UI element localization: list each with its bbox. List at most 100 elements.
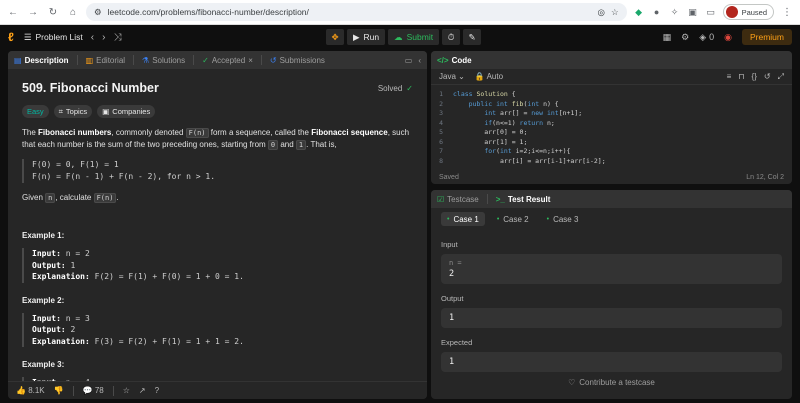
line-source: if(n<=1) return n;	[484, 118, 555, 127]
debug-button[interactable]: ✥	[326, 29, 344, 45]
tab-code[interactable]: </> Code	[437, 56, 472, 65]
braces-icon[interactable]: {}	[752, 72, 757, 82]
companies-button[interactable]: ▣ Companies	[97, 105, 156, 118]
list-icon: ☰	[23, 31, 32, 42]
code-line[interactable]: 4 if(n<=1) return n;	[431, 119, 792, 129]
line-number: 4	[439, 118, 443, 127]
extensions-puzzle-icon[interactable]: ▣	[687, 6, 699, 18]
hide-icon[interactable]: ◎	[598, 7, 605, 18]
reload-icon[interactable]: ↻	[46, 5, 60, 19]
bookmark-icon[interactable]: ⊓	[738, 72, 744, 82]
expected-label: Expected	[441, 338, 473, 347]
settings-gear-icon[interactable]: ⚙	[681, 32, 689, 43]
code-line[interactable]: 5 arr[0] = 0;	[431, 128, 792, 138]
address-bar[interactable]: ⚙ leetcode.com/problems/fibonacci-number…	[86, 3, 627, 21]
layout-grid-icon[interactable]: ▦	[663, 32, 672, 43]
sidepanel-icon[interactable]: ▭	[705, 6, 717, 18]
problem-list-button[interactable]: ☰ Problem List	[24, 32, 83, 43]
description-footer: 👍 8.1K 👎 💬 78 ☆ ↗ ?	[8, 381, 427, 399]
tab-testcase[interactable]: ☑ Testcase	[437, 195, 479, 204]
tab-solutions[interactable]: ⚗ Solutions	[142, 56, 185, 65]
extension-icon[interactable]: ◆	[633, 6, 645, 18]
avatar	[725, 6, 738, 18]
book-icon: ▥	[85, 55, 94, 65]
premium-button[interactable]: Premium	[741, 29, 792, 45]
profile-button[interactable]: Paused	[722, 4, 774, 20]
code-line[interactable]: 6 arr[1] = 1;	[431, 138, 792, 148]
extension-icon[interactable]: ●	[651, 6, 663, 18]
star-icon[interactable]: ☆	[123, 386, 130, 395]
output-label: Output	[441, 294, 464, 303]
back-icon[interactable]: ←	[6, 5, 20, 19]
collapse-icon[interactable]: ▭	[405, 56, 413, 65]
variable-name: n =	[449, 259, 462, 267]
solved-status: Solved ✓	[378, 84, 413, 93]
formula-line: F(0) = 0, F(1) = 1	[32, 160, 119, 169]
leetcode-logo-icon[interactable]: ℓ	[8, 30, 14, 44]
history-icon: ↺	[269, 55, 277, 65]
flask-icon: ⚗	[142, 55, 150, 65]
user-avatar-icon[interactable]: ◉	[724, 32, 732, 43]
companies-label: Companies	[112, 107, 151, 116]
format-icon[interactable]: ≡	[727, 72, 732, 82]
code-editor[interactable]: 1 class Solution {2 public int fib(int n)…	[431, 85, 792, 166]
example-block: Input: n = 3 Output: 2 Explanation: F(3)…	[22, 312, 413, 347]
case-tab[interactable]: • Case 3	[541, 212, 585, 226]
code-line[interactable]: 1 class Solution {	[431, 90, 792, 100]
forward-icon[interactable]: →	[26, 5, 40, 19]
tab-submissions[interactable]: ↺ Submissions	[270, 56, 325, 65]
notes-button[interactable]: ✎	[463, 29, 482, 45]
contribute-testcase-button[interactable]: ♡ Contribute a testcase	[431, 378, 792, 387]
divider	[72, 385, 74, 396]
run-button[interactable]: ▶ Run	[347, 29, 386, 45]
cursor-position: Ln 12, Col 2	[746, 173, 784, 181]
close-icon[interactable]: ×	[248, 56, 253, 65]
divider	[486, 194, 488, 204]
code-line[interactable]: 7 for(int i=2;i<=n;i++){	[431, 147, 792, 157]
chevron-left-icon[interactable]: ‹	[418, 56, 421, 65]
site-info-icon[interactable]: ⚙	[94, 7, 102, 18]
menu-icon[interactable]: ⋮	[780, 5, 794, 19]
dislike-icon[interactable]: 👎	[54, 386, 64, 395]
language-select[interactable]: Java ⌄	[439, 72, 465, 81]
problem-title[interactable]: 509. Fibonacci Number	[22, 81, 159, 95]
expand-icon[interactable]: ⤢	[778, 72, 784, 82]
code-line[interactable]: 2 public int fib(int n) {	[431, 100, 792, 110]
description-panel: ▤ Description ▥ Editorial ⚗ Solutions ✓ …	[8, 51, 427, 399]
profile-status: Paused	[741, 7, 767, 17]
bookmark-star-icon[interactable]: ☆	[611, 7, 619, 18]
comment-count: 78	[94, 386, 104, 395]
tab-label: Description	[24, 55, 69, 65]
help-icon[interactable]: ?	[155, 386, 159, 395]
line-number: 6	[439, 137, 443, 146]
shuffle-icon[interactable]: ⤨	[113, 32, 121, 43]
comments-button[interactable]: 💬 78	[83, 386, 104, 395]
run-controls: ✥ ▶ Run ☁ Submit ⏱ ✎	[326, 29, 482, 45]
submit-button[interactable]: ☁ Submit	[388, 29, 440, 45]
like-button[interactable]: 👍 8.1K	[16, 386, 45, 395]
next-problem-icon[interactable]: ›	[102, 32, 105, 43]
example-title: Example 2:	[22, 295, 65, 305]
tab-accepted[interactable]: ✓ Accepted ×	[202, 56, 253, 65]
line-number: 5	[439, 128, 443, 136]
case-tab[interactable]: • Case 1	[441, 212, 485, 226]
extension-icon[interactable]: ✧	[669, 6, 681, 18]
reset-icon[interactable]: ↺	[764, 72, 771, 82]
autocomplete-toggle[interactable]: 🔒 Auto	[475, 72, 503, 81]
coins-counter[interactable]: ◈ 0	[699, 32, 714, 43]
timer-button[interactable]: ⏱	[442, 29, 461, 45]
tab-label: Accepted	[211, 55, 246, 65]
tab-test-result[interactable]: >_ Test Result	[496, 195, 551, 204]
topics-button[interactable]: ⌗ Topics	[53, 105, 93, 118]
code-line[interactable]: 3 int arr[] = new int[n+1];	[431, 109, 792, 119]
tab-description[interactable]: ▤ Description	[14, 56, 69, 65]
home-icon[interactable]: ⌂	[66, 5, 80, 19]
tab-label: Submissions	[279, 55, 325, 65]
case-tab[interactable]: • Case 2	[491, 212, 535, 226]
input-value: 2	[449, 269, 455, 279]
prev-problem-icon[interactable]: ‹	[91, 32, 94, 43]
code-line[interactable]: 8 arr[i] = arr[i-1]+arr[i-2];	[431, 157, 792, 167]
tab-editorial[interactable]: ▥ Editorial	[86, 56, 125, 65]
expected-value-box: 1	[441, 352, 782, 372]
share-icon[interactable]: ↗	[139, 386, 146, 395]
